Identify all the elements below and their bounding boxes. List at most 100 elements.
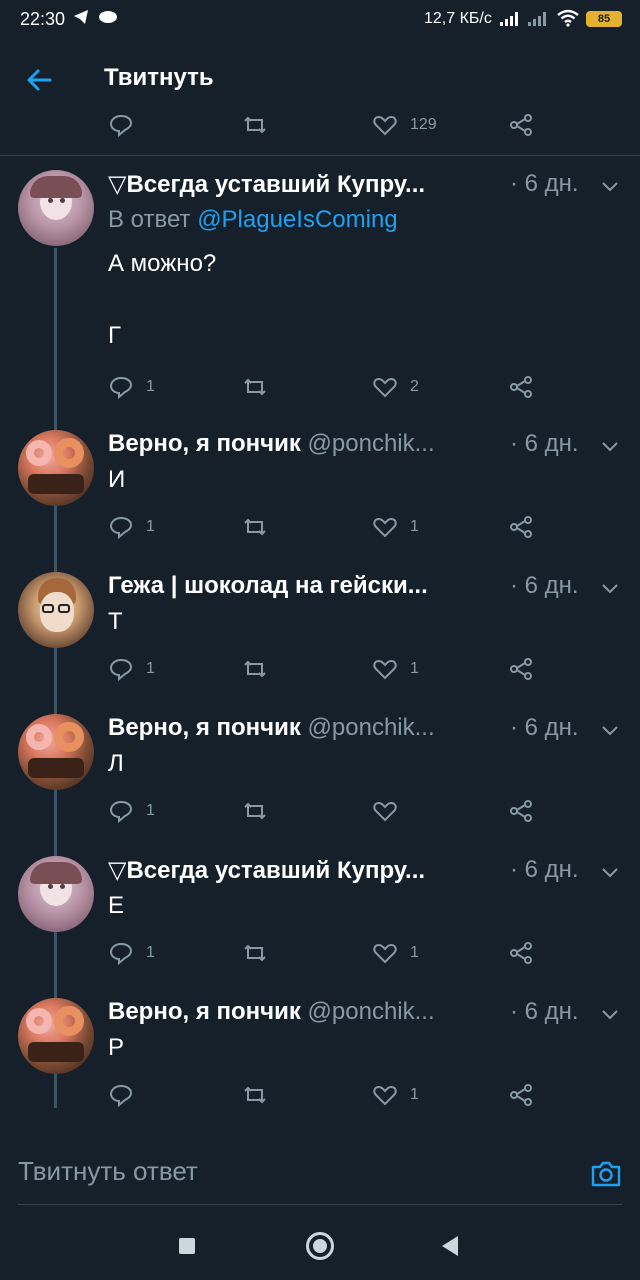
share-icon: [510, 516, 532, 538]
reply-icon: [109, 942, 133, 966]
tweet[interactable]: ▽Всегда уставший Купру... · 6 дн. В ответ …: [0, 160, 640, 418]
avatar[interactable]: [18, 856, 94, 932]
like-count: 1: [410, 1086, 419, 1103]
like-button[interactable]: 1: [372, 654, 419, 684]
input-underline: [18, 1204, 622, 1205]
reply-count: 1: [146, 944, 155, 961]
system-nav-bar: [0, 1210, 640, 1280]
share-button[interactable]: [508, 938, 534, 968]
like-button[interactable]: 1: [372, 1080, 419, 1110]
network-speed: 12,7 КБ/с: [424, 10, 492, 27]
author-line[interactable]: ▽Всегда уставший Купру...: [108, 856, 498, 885]
share-button[interactable]: [508, 512, 534, 542]
tweet-menu-button[interactable]: [600, 724, 620, 738]
reply-icon: [109, 376, 133, 400]
heart-icon: [373, 943, 397, 964]
author-line[interactable]: Верно, я пончик @ponchik...: [108, 714, 498, 742]
share-button[interactable]: [508, 112, 534, 140]
retweet-button[interactable]: [242, 796, 280, 826]
author-name: Верно, я пончик: [108, 998, 301, 1025]
like-button[interactable]: [372, 796, 410, 826]
chevron-down-icon: [602, 584, 618, 594]
chevron-down-icon: [602, 182, 618, 192]
reply-icon: [109, 1084, 133, 1108]
reply-prefix: В ответ: [108, 206, 198, 233]
retweet-button[interactable]: [242, 112, 268, 140]
reply-button[interactable]: 1: [108, 938, 155, 968]
system-back-button[interactable]: [442, 1236, 458, 1256]
camera-button[interactable]: [590, 1160, 622, 1188]
back-button[interactable]: [22, 62, 58, 98]
tweet[interactable]: Гежа | шоколад на гейски... · 6 дн. Т 1 1: [0, 562, 640, 700]
tweet-text: А можно? Г: [108, 250, 217, 349]
tweet-text: Л: [108, 750, 124, 777]
tweet-time: · 6 дн.: [510, 714, 579, 741]
reply-mention-link[interactable]: @PlagueIsComing: [197, 206, 397, 233]
like-button[interactable]: 1: [372, 938, 419, 968]
parent-tweet-actions: 129: [0, 112, 640, 156]
retweet-button[interactable]: [242, 938, 280, 968]
share-button[interactable]: [508, 796, 534, 826]
tweet-time: · 6 дн.: [510, 856, 579, 883]
reply-button[interactable]: [108, 1080, 146, 1110]
like-count: 2: [410, 378, 419, 395]
tweet-actions: 11: [108, 938, 538, 968]
author-line[interactable]: Верно, я пончик @ponchik...: [108, 998, 498, 1026]
author-line[interactable]: Верно, я пончик @ponchik...: [108, 430, 498, 458]
author-handle: @ponchik...: [307, 998, 435, 1025]
share-button[interactable]: [508, 1080, 534, 1110]
avatar[interactable]: [18, 572, 94, 648]
retweet-button[interactable]: [242, 512, 280, 542]
retweet-button[interactable]: [242, 372, 280, 402]
reply-input[interactable]: Твитнуть ответ: [18, 1156, 538, 1187]
retweet-icon: [244, 518, 266, 536]
author-line[interactable]: Гежа | шоколад на гейски...: [108, 572, 498, 600]
wifi-icon: [556, 9, 580, 27]
share-button[interactable]: [508, 372, 534, 402]
reply-count: 1: [146, 378, 155, 395]
reply-button[interactable]: 1: [108, 512, 155, 542]
avatar[interactable]: [18, 430, 94, 506]
retweet-icon: [244, 660, 266, 678]
tweet[interactable]: Верно, я пончик @ponchik... · 6 дн. Р 1: [0, 988, 640, 1126]
chevron-down-icon: [602, 1010, 618, 1020]
avatar[interactable]: [18, 998, 94, 1074]
tweet-menu-button[interactable]: [600, 866, 620, 880]
tweet-menu-button[interactable]: [600, 180, 620, 194]
author-handle: @ponchik...: [307, 430, 435, 457]
tweet-time: · 6 дн.: [510, 572, 579, 599]
heart-icon: [373, 801, 397, 822]
reply-button[interactable]: 1: [108, 796, 155, 826]
share-icon: [510, 114, 532, 136]
share-button[interactable]: [508, 654, 534, 684]
arrow-left-icon: [27, 69, 52, 91]
like-count: 1: [410, 518, 419, 535]
retweet-button[interactable]: [242, 1080, 280, 1110]
recents-button[interactable]: [179, 1238, 195, 1254]
reply-button[interactable]: 1: [108, 654, 155, 684]
tweet-text: Р: [108, 1034, 125, 1061]
tweet-menu-button[interactable]: [600, 440, 620, 454]
cloud-icon: [98, 8, 118, 29]
tweet[interactable]: Верно, я пончик @ponchik... · 6 дн. Л 1: [0, 704, 640, 842]
tweet[interactable]: Верно, я пончик @ponchik... · 6 дн. И 1 1: [0, 420, 640, 558]
avatar[interactable]: [18, 714, 94, 790]
reply-button[interactable]: [108, 112, 134, 140]
author-line[interactable]: ▽Всегда уставший Купру...: [108, 170, 498, 199]
tweet-menu-button[interactable]: [600, 1008, 620, 1022]
tweet[interactable]: ▽Всегда уставший Купру... · 6 дн. Е 1 1: [0, 846, 640, 984]
reply-context: В ответ @PlagueIsComing: [108, 206, 398, 234]
heart-icon: [373, 115, 397, 136]
signal-2-icon: [528, 12, 550, 26]
avatar[interactable]: [18, 170, 94, 246]
like-button[interactable]: 129: [372, 112, 437, 140]
tweet-menu-button[interactable]: [600, 582, 620, 596]
tweet-text: И: [108, 466, 126, 493]
author-name: Гежа | шоколад на гейски...: [108, 572, 428, 599]
like-button[interactable]: 1: [372, 512, 419, 542]
reply-button[interactable]: 1: [108, 372, 155, 402]
like-button[interactable]: 2: [372, 372, 419, 402]
retweet-button[interactable]: [242, 654, 280, 684]
home-button[interactable]: [306, 1232, 334, 1260]
share-icon: [510, 1084, 532, 1106]
